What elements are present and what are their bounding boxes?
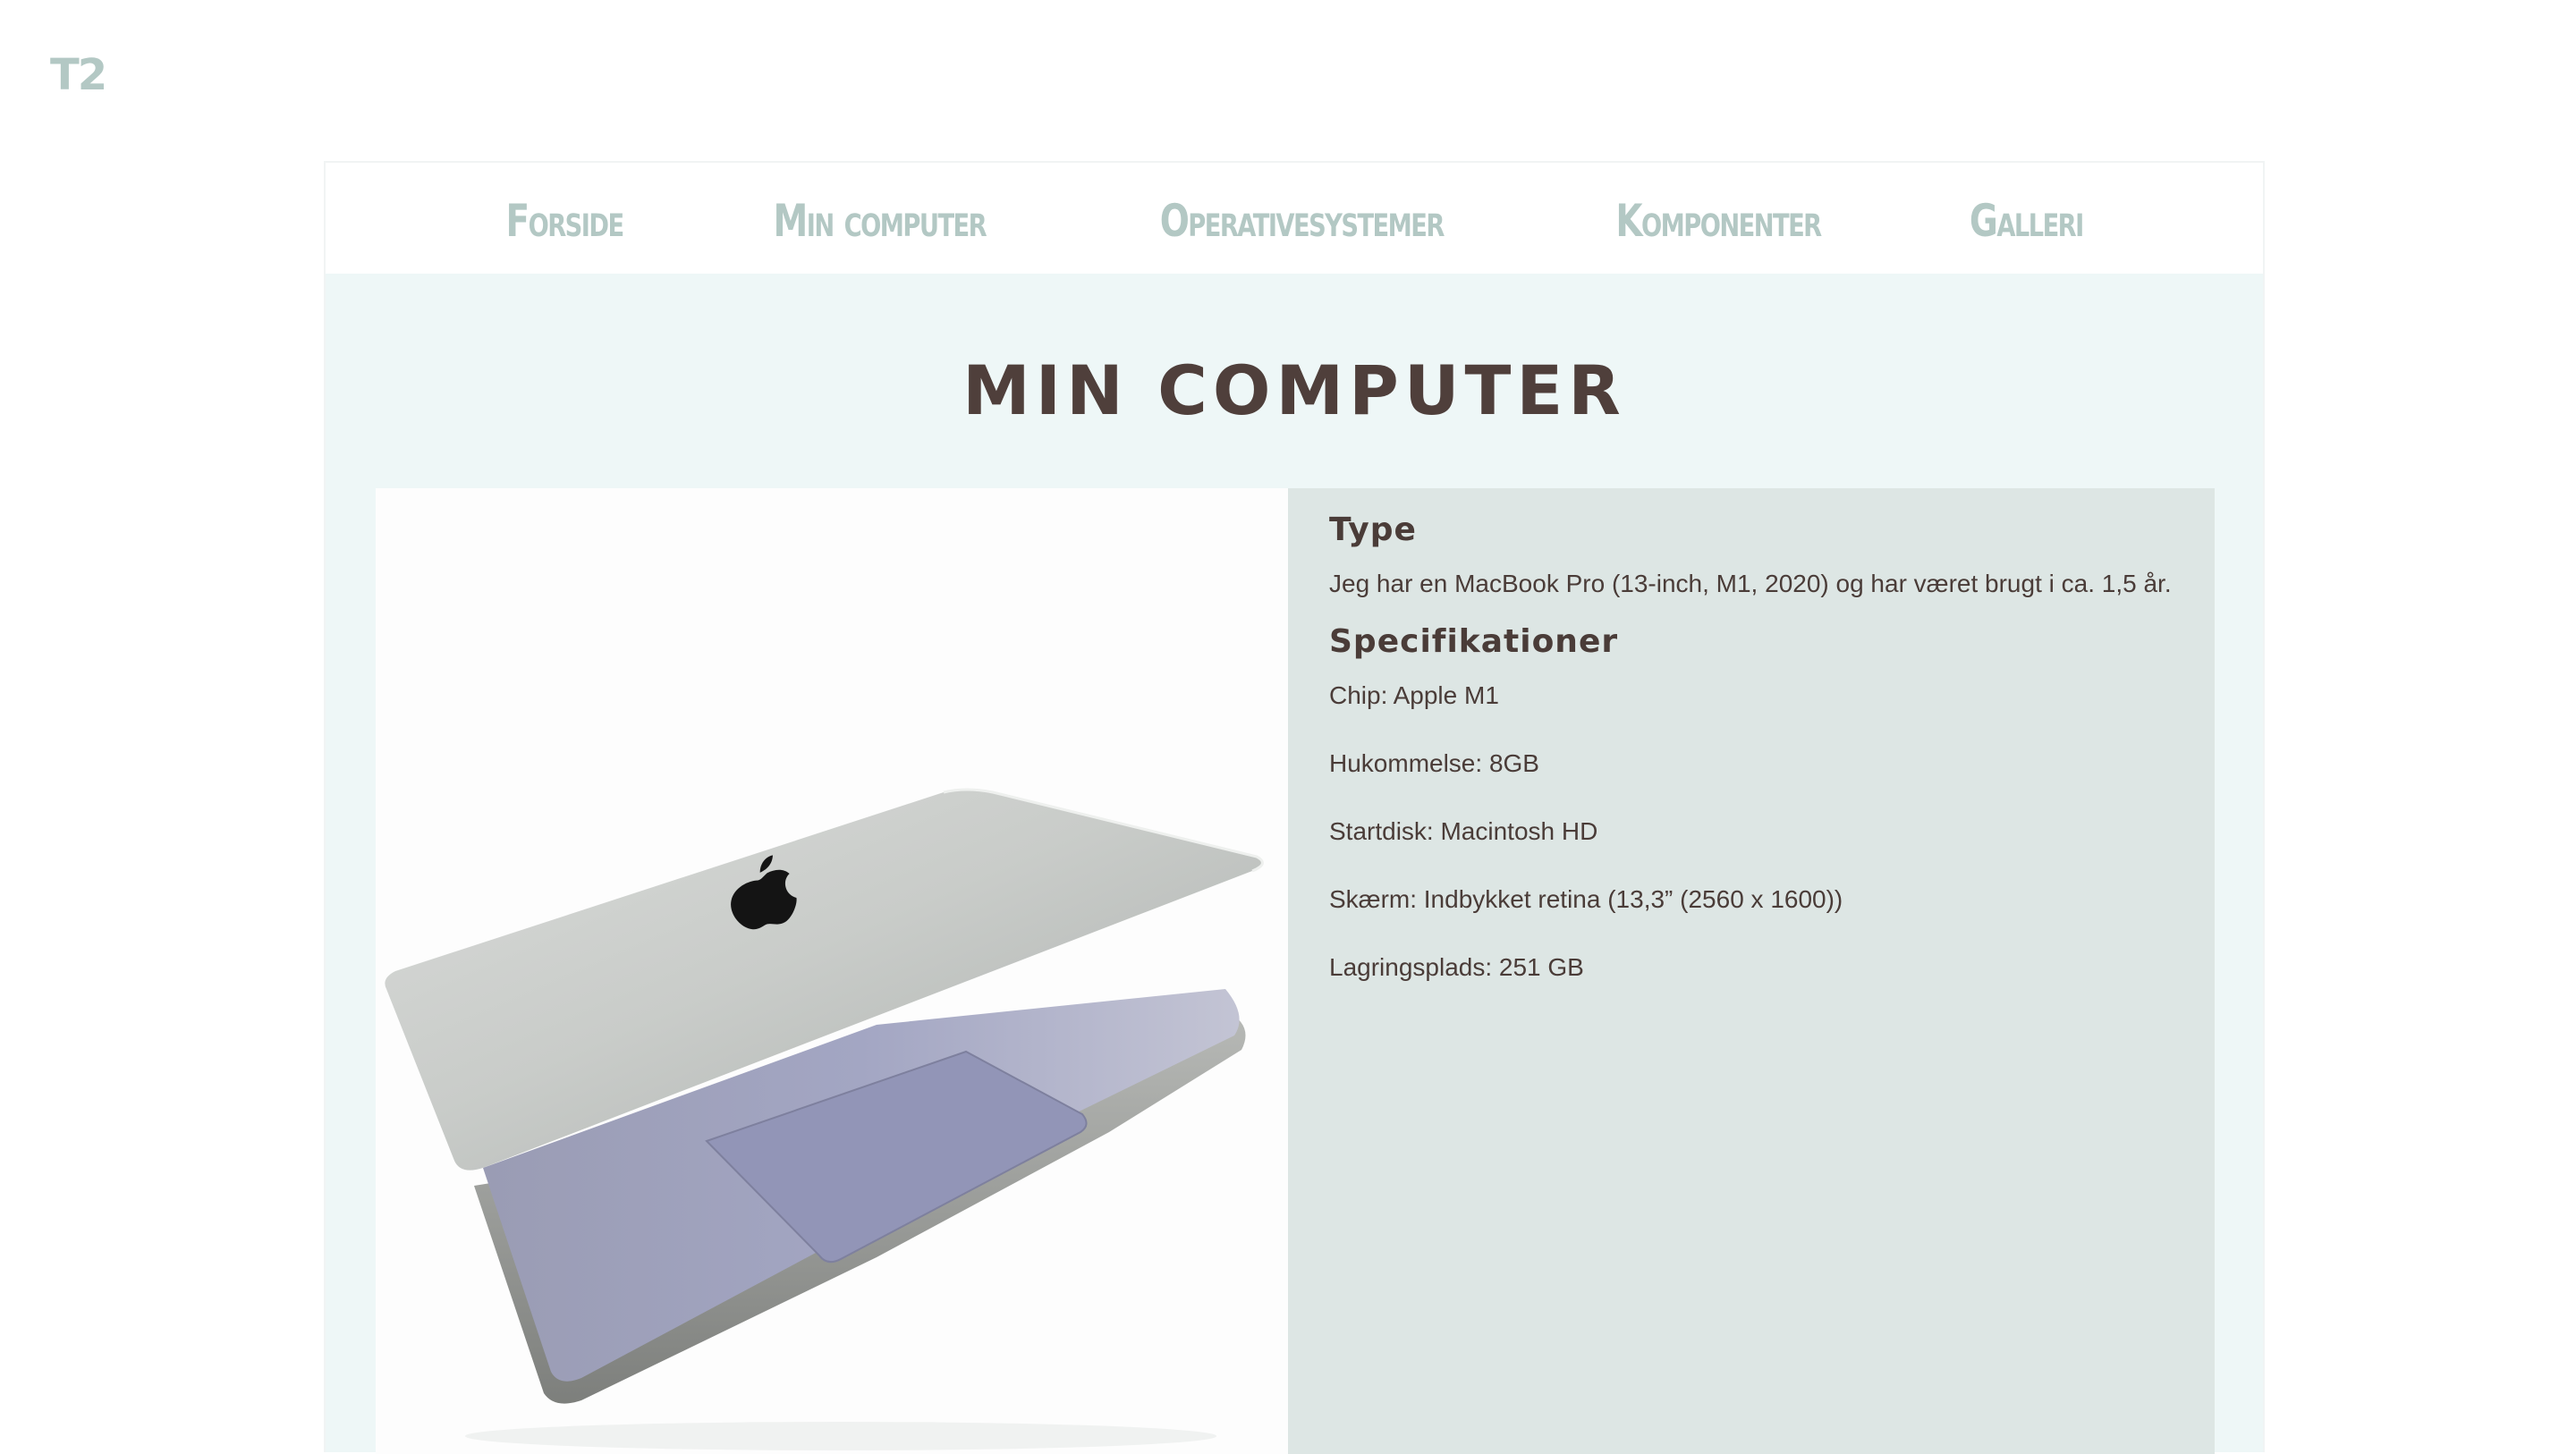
laptop-illustration	[385, 788, 1264, 1450]
laptop-photo	[376, 488, 1288, 1454]
type-heading: Type	[1329, 511, 1417, 548]
specs-heading: Specifikationer	[1329, 623, 1619, 660]
main-frame: Forside Min computer Operativesystemer K…	[324, 161, 2265, 1454]
main-navigation: Forside Min computer Operativesystemer K…	[326, 163, 2263, 274]
nav-item-operativesystemer[interactable]: Operativesystemer	[1159, 190, 1445, 247]
nav-item-komponenter[interactable]: Komponenter	[1616, 190, 1823, 247]
nav-item-forside[interactable]: Forside	[506, 190, 625, 247]
nav-item-min-computer[interactable]: Min computer	[774, 190, 987, 247]
spec-item-chip: Chip: Apple M1	[1329, 681, 1499, 709]
spec-panel: Type Jeg har en MacBook Pro (13-inch, M1…	[1288, 488, 2215, 1454]
spec-item-startup-disk: Startdisk: Macintosh HD	[1329, 817, 1598, 845]
content-area: Type Jeg har en MacBook Pro (13-inch, M1…	[376, 488, 2215, 1454]
spec-item-memory: Hukommelse: 8GB	[1329, 749, 1539, 777]
page-title: MIN COMPUTER	[962, 351, 1626, 430]
spec-item-display: Skærm: Indbykket retina (13,3” (2560 x 1…	[1329, 885, 1843, 913]
type-description: Jeg har en MacBook Pro (13-inch, M1, 202…	[1329, 570, 2172, 597]
site-logo[interactable]: T2	[50, 50, 107, 100]
spec-item-storage: Lagringsplads: 251 GB	[1329, 953, 1584, 981]
nav-item-galleri[interactable]: Galleri	[1970, 190, 2084, 247]
